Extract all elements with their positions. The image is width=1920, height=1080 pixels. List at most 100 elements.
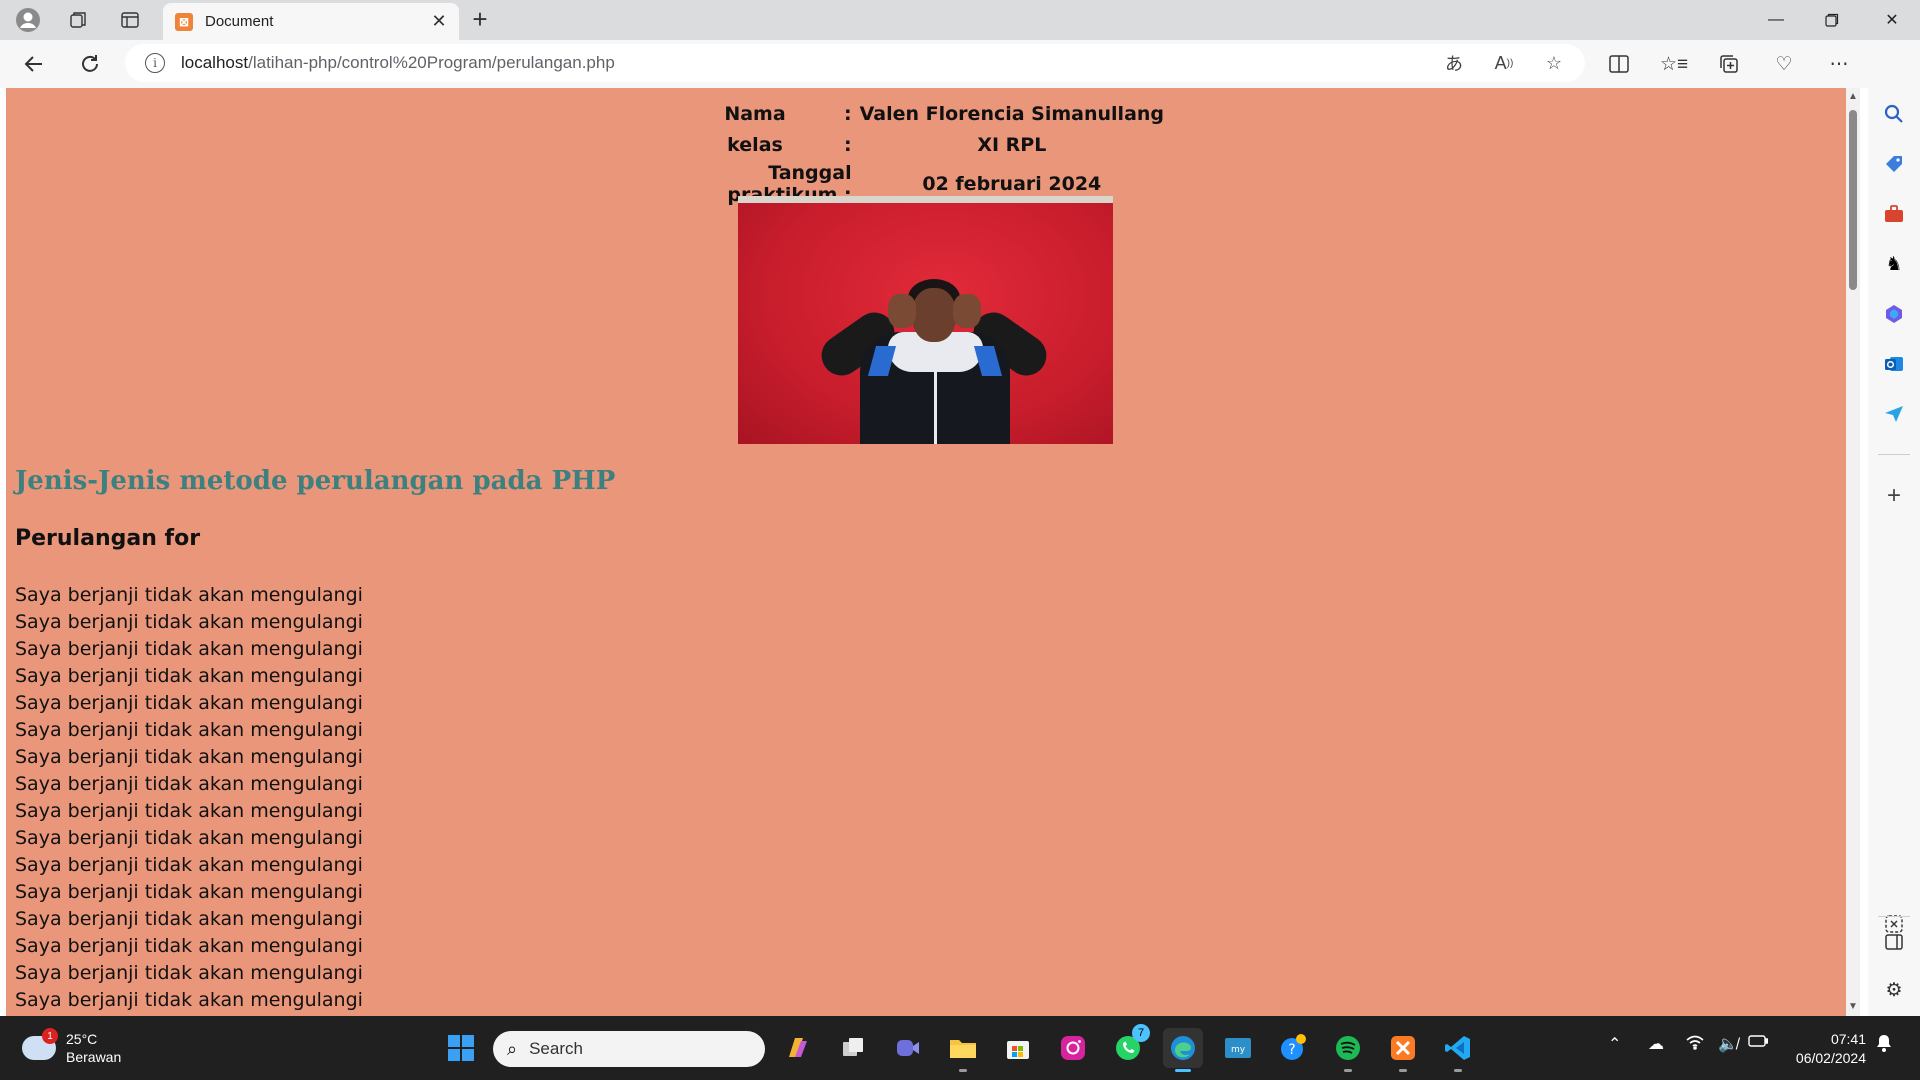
workspaces-icon[interactable] bbox=[58, 6, 98, 34]
close-tab-icon[interactable]: ✕ bbox=[425, 8, 453, 36]
read-aloud-icon[interactable]: A)) bbox=[1485, 44, 1523, 82]
clock-time: 07:41 bbox=[1830, 1031, 1866, 1047]
tab-document[interactable]: ⊠ Document ✕ bbox=[163, 3, 459, 40]
site-info-icon[interactable]: i bbox=[145, 53, 165, 73]
vscode-icon[interactable] bbox=[1438, 1028, 1478, 1072]
page-viewport: Nama : Valen Florencia Simanullang kelas… bbox=[6, 88, 1846, 1016]
notification-bell-icon[interactable] bbox=[1876, 1034, 1892, 1057]
speaker-muted-icon[interactable]: 🔈̸ bbox=[1718, 1034, 1738, 1054]
browser-essentials-icon[interactable]: ♡ bbox=[1766, 47, 1802, 81]
list-item: Saya berjanji tidak akan mengulangi bbox=[15, 584, 363, 606]
outlook-icon[interactable] bbox=[1876, 346, 1912, 382]
cloud-icon: 1 bbox=[22, 1028, 58, 1060]
address-bar[interactable]: i localhost/latihan-php/control%20Progra… bbox=[125, 44, 1585, 82]
taskbar-search[interactable]: ⌕ Search bbox=[493, 1031, 765, 1067]
weather-desc: Berawan bbox=[66, 1049, 122, 1065]
list-item: Saya berjanji tidak akan mengulangi bbox=[15, 935, 363, 957]
windows-start-icon[interactable] bbox=[441, 1028, 481, 1068]
scroll-down-icon[interactable]: ▼ bbox=[1846, 1000, 1860, 1014]
student-photo bbox=[738, 196, 1113, 444]
weather-widget[interactable]: 1 25°C Berawan bbox=[22, 1028, 122, 1066]
edge-sidebar: ♞ + ⚙ bbox=[1868, 40, 1920, 1016]
tab-actions-icon[interactable] bbox=[110, 6, 150, 34]
list-item: Saya berjanji tidak akan mengulangi bbox=[15, 773, 363, 795]
profile-icon[interactable] bbox=[8, 6, 48, 34]
xampp-favicon-icon: ⊠ bbox=[175, 12, 193, 31]
list-item: Saya berjanji tidak akan mengulangi bbox=[15, 638, 363, 660]
refresh-icon[interactable] bbox=[72, 48, 108, 80]
scroll-thumb[interactable] bbox=[1849, 110, 1857, 290]
add-sidebar-app-icon[interactable]: + bbox=[1876, 478, 1912, 514]
clock-date: 06/02/2024 bbox=[1795, 1050, 1866, 1066]
scroll-up-icon[interactable]: ▲ bbox=[1846, 90, 1860, 104]
file-explorer-icon[interactable] bbox=[943, 1028, 983, 1072]
translate-icon[interactable]: あ bbox=[1435, 44, 1473, 82]
copilot-pre-icon[interactable] bbox=[778, 1028, 818, 1068]
settings-gear-icon[interactable]: ⚙ bbox=[1876, 972, 1912, 1008]
list-item: Saya berjanji tidak akan mengulangi bbox=[15, 908, 363, 930]
list-item: Saya berjanji tidak akan mengulangi bbox=[15, 881, 363, 903]
system-clock[interactable]: 07:41 06/02/2024 bbox=[1780, 1030, 1866, 1068]
task-view-icon[interactable] bbox=[833, 1028, 873, 1068]
row-nama: Nama : Valen Florencia Simanullang bbox=[696, 98, 1168, 129]
list-item: Saya berjanji tidak akan mengulangi bbox=[15, 692, 363, 714]
microsoft-store-icon[interactable] bbox=[998, 1028, 1038, 1068]
list-item: Saya berjanji tidak akan mengulangi bbox=[15, 719, 363, 741]
close-window-icon[interactable]: ✕ bbox=[1864, 0, 1920, 40]
send-drop-icon[interactable] bbox=[1876, 396, 1912, 432]
sidebar-divider bbox=[1878, 916, 1910, 917]
nama-label: Nama bbox=[724, 102, 786, 125]
collections-icon[interactable] bbox=[1711, 47, 1747, 81]
list-item: Saya berjanji tidak akan mengulangi bbox=[15, 665, 363, 687]
list-item: Saya berjanji tidak akan mengulangi bbox=[15, 827, 363, 849]
help-icon[interactable]: ? bbox=[1273, 1028, 1313, 1068]
search-icon[interactable] bbox=[1876, 96, 1912, 132]
edge-browser-icon[interactable] bbox=[1163, 1028, 1203, 1072]
new-tab-button[interactable]: + bbox=[464, 6, 496, 34]
kelas-label: kelas bbox=[727, 133, 783, 156]
list-item: Saya berjanji tidak akan mengulangi bbox=[15, 746, 363, 768]
sidebar-divider bbox=[1878, 454, 1910, 455]
whatsapp-icon[interactable]: 7 bbox=[1108, 1024, 1150, 1068]
instagram-icon[interactable] bbox=[1053, 1028, 1093, 1068]
list-item: Saya berjanji tidak akan mengulangi bbox=[15, 800, 363, 822]
tools-briefcase-icon[interactable] bbox=[1876, 196, 1912, 232]
page-scrollbar[interactable]: ▲ ▼ bbox=[1846, 88, 1860, 1016]
url-text[interactable]: localhost/latihan-php/control%20Program/… bbox=[181, 53, 615, 73]
svg-text:my: my bbox=[1231, 1045, 1246, 1055]
weather-badge: 1 bbox=[42, 1028, 58, 1044]
weather-temp: 25°C bbox=[66, 1031, 98, 1047]
tab-strip: ⊠ Document ✕ + — ✕ bbox=[0, 0, 1920, 40]
spotify-icon[interactable] bbox=[1328, 1028, 1368, 1072]
show-hidden-icons-icon[interactable]: ⌃ bbox=[1608, 1034, 1621, 1054]
kelas-value: XI RPL bbox=[977, 133, 1047, 156]
row-kelas: kelas : XI RPL bbox=[696, 129, 1168, 160]
microsoft-365-icon[interactable] bbox=[1876, 296, 1912, 332]
mysql-workbench-icon[interactable]: my bbox=[1218, 1028, 1258, 1068]
windows-taskbar: 1 25°C Berawan ⌕ Search 7 my ? ⌃ ☁ 🔈̸ 07… bbox=[0, 1016, 1920, 1080]
onedrive-cloud-icon[interactable]: ☁ bbox=[1648, 1034, 1664, 1054]
xampp-icon[interactable] bbox=[1383, 1028, 1423, 1072]
list-item: Saya berjanji tidak akan mengulangi bbox=[15, 611, 363, 633]
back-icon[interactable] bbox=[16, 48, 52, 80]
shopping-tag-icon[interactable] bbox=[1876, 146, 1912, 182]
split-screen-icon[interactable] bbox=[1601, 47, 1637, 81]
nama-value: Valen Florencia Simanullang bbox=[859, 102, 1165, 125]
for-loop-heading: Perulangan for bbox=[15, 526, 201, 551]
list-item: Saya berjanji tidak akan mengulangi bbox=[15, 962, 363, 984]
search-icon: ⌕ bbox=[507, 1038, 518, 1059]
page-heading: Jenis-Jenis metode perulangan pada PHP bbox=[15, 466, 616, 496]
kelas-sep: : bbox=[844, 133, 852, 156]
battery-icon[interactable] bbox=[1748, 1034, 1769, 1052]
wifi-icon[interactable] bbox=[1686, 1034, 1704, 1055]
favorite-star-icon[interactable]: ☆ bbox=[1535, 44, 1573, 82]
more-menu-icon[interactable]: ⋯ bbox=[1821, 47, 1857, 81]
favorites-icon[interactable]: ☆≡ bbox=[1656, 47, 1692, 81]
identity-table: Nama : Valen Florencia Simanullang kelas… bbox=[696, 98, 1168, 208]
games-chess-icon[interactable]: ♞ bbox=[1876, 246, 1912, 282]
restore-icon[interactable] bbox=[1804, 0, 1860, 40]
hide-sidebar-icon[interactable] bbox=[1876, 924, 1912, 960]
minimize-icon[interactable]: — bbox=[1748, 0, 1804, 40]
tab-title: Document bbox=[205, 13, 274, 30]
teams-meet-icon[interactable] bbox=[888, 1028, 928, 1068]
